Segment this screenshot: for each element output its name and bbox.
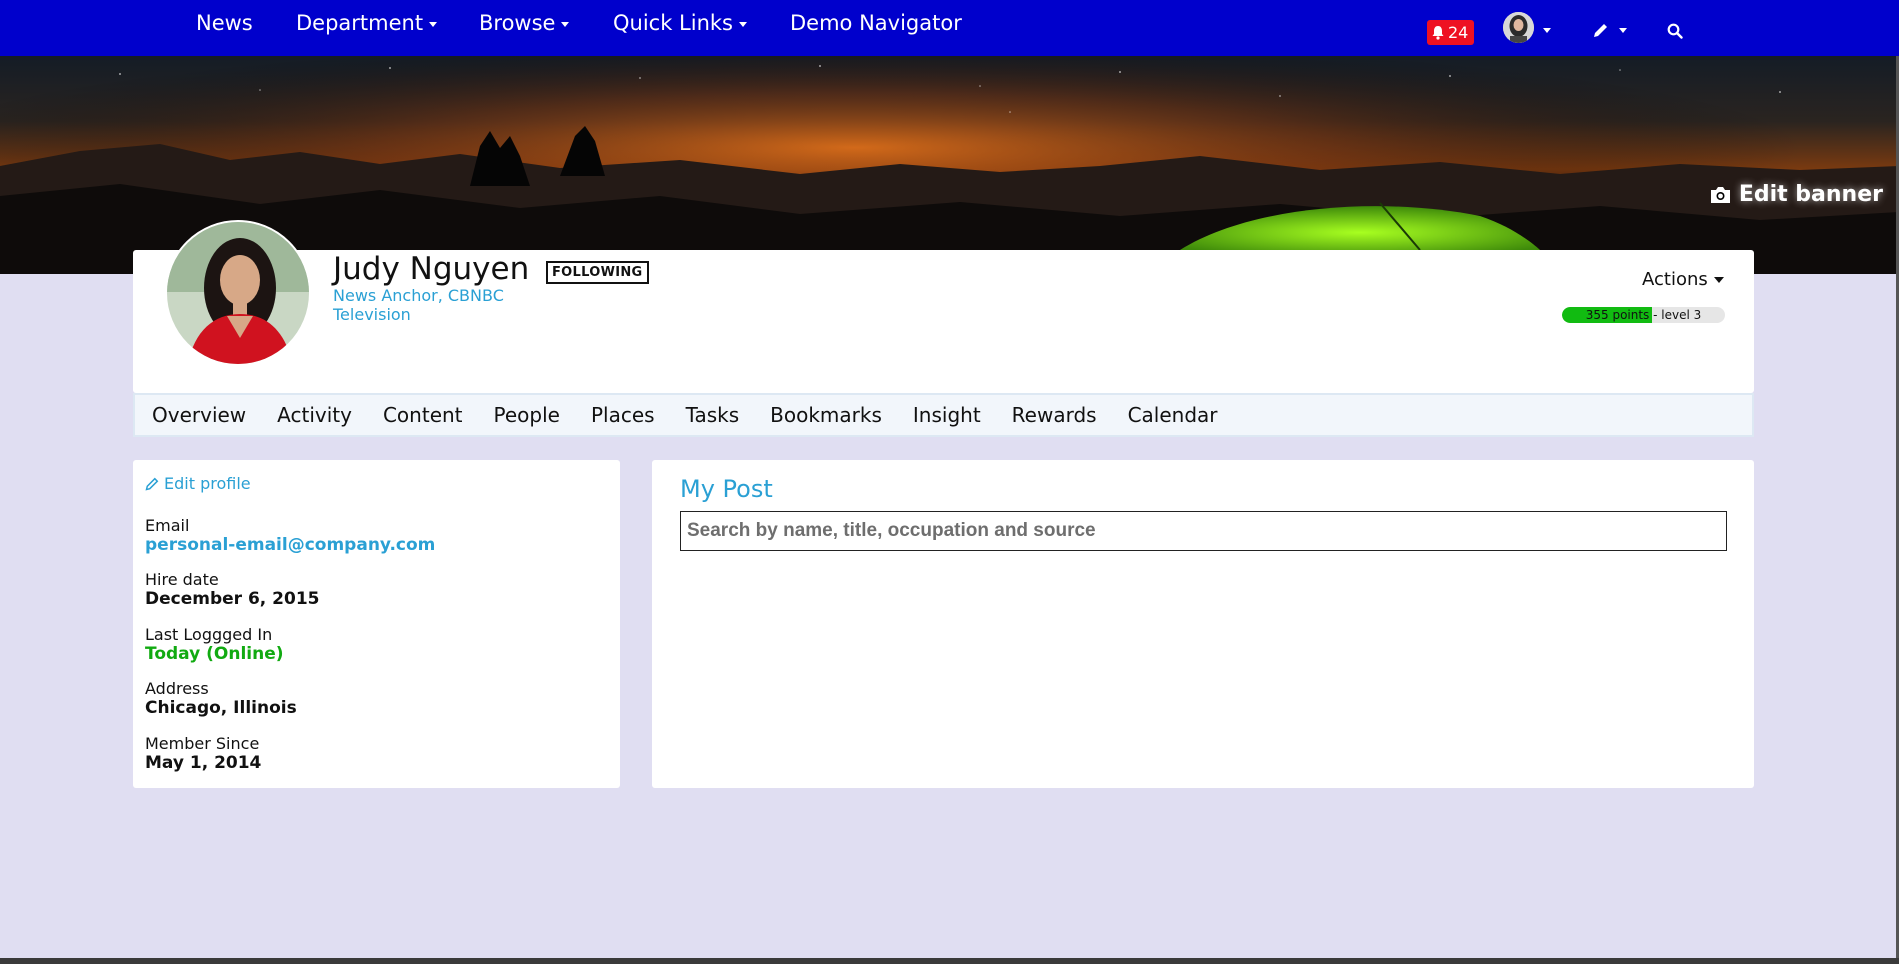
- chevron-down-icon: [739, 21, 748, 27]
- address-value: Chicago, Illinois: [145, 698, 297, 718]
- tab-rewards[interactable]: Rewards: [1012, 403, 1097, 427]
- nav-browse[interactable]: Browse: [479, 11, 570, 35]
- tab-bookmarks[interactable]: Bookmarks: [770, 403, 882, 427]
- search-icon[interactable]: [1667, 23, 1683, 39]
- my-post-title: My Post: [680, 475, 773, 503]
- bottom-scrollbar[interactable]: [0, 958, 1899, 964]
- notifications-count: 24: [1448, 23, 1469, 42]
- following-button[interactable]: FOLLOWING: [546, 261, 649, 284]
- notifications-button[interactable]: 24: [1427, 20, 1475, 45]
- edit-profile-link[interactable]: Edit profile: [145, 474, 251, 493]
- points-progress-bar: 355 points - level 3: [1562, 307, 1725, 323]
- tab-activity[interactable]: Activity: [277, 403, 352, 427]
- member-since-value: May 1, 2014: [145, 753, 262, 773]
- nav-quick-links-label: Quick Links: [613, 11, 734, 35]
- tab-insight[interactable]: Insight: [913, 403, 981, 427]
- chevron-down-icon[interactable]: [1543, 28, 1551, 33]
- nav-news-label: News: [196, 11, 253, 35]
- hire-date-value: December 6, 2015: [145, 589, 320, 609]
- profile-photo: [165, 220, 311, 366]
- tab-overview[interactable]: Overview: [152, 403, 246, 427]
- email-value[interactable]: personal-email@company.com: [145, 535, 435, 555]
- tab-content[interactable]: Content: [383, 403, 463, 427]
- pencil-icon: [145, 477, 159, 491]
- chevron-down-icon: [429, 21, 438, 27]
- my-post-card: [652, 460, 1754, 788]
- post-search-input[interactable]: [680, 511, 1727, 551]
- address-label: Address: [145, 679, 209, 698]
- job-title: News Anchor, CBNBC Television: [333, 286, 504, 324]
- profile-name: Judy Nguyen: [333, 251, 530, 287]
- chevron-down-icon[interactable]: [1619, 28, 1627, 33]
- tab-places[interactable]: Places: [591, 403, 655, 427]
- nav-quick-links[interactable]: Quick Links: [613, 11, 748, 35]
- actions-label: Actions: [1642, 269, 1708, 290]
- tab-calendar[interactable]: Calendar: [1128, 403, 1218, 427]
- nav-department[interactable]: Department: [296, 11, 438, 35]
- tab-tasks[interactable]: Tasks: [686, 403, 740, 427]
- nav-demo-navigator[interactable]: Demo Navigator: [790, 11, 962, 35]
- edit-profile-label: Edit profile: [164, 474, 251, 493]
- bell-icon: [1432, 26, 1444, 40]
- nav-news[interactable]: News: [196, 11, 253, 35]
- nav-department-label: Department: [296, 11, 424, 35]
- nav-browse-label: Browse: [479, 11, 556, 35]
- nav-demo-navigator-label: Demo Navigator: [790, 11, 962, 35]
- points-label: 355 points - level 3: [1585, 308, 1702, 322]
- hire-date-label: Hire date: [145, 570, 219, 589]
- last-logged-in-value: Today (Online): [145, 644, 284, 664]
- tab-people[interactable]: People: [494, 403, 560, 427]
- top-navigation-bar: News Department Browse Quick Links Demo …: [0, 0, 1899, 56]
- edit-banner-button[interactable]: Edit banner: [1709, 182, 1883, 207]
- email-label: Email: [145, 516, 190, 535]
- user-avatar[interactable]: [1503, 12, 1534, 43]
- camera-icon: [1710, 186, 1730, 203]
- member-since-label: Member Since: [145, 734, 260, 753]
- pencil-icon[interactable]: [1592, 22, 1609, 39]
- edit-banner-label: Edit banner: [1738, 182, 1883, 207]
- last-logged-in-label: Last Loggged In: [145, 625, 273, 644]
- profile-tabs: Overview Activity Content People Places …: [133, 393, 1754, 437]
- caret-down-icon: [1713, 276, 1724, 283]
- chevron-down-icon: [561, 21, 570, 27]
- actions-dropdown[interactable]: Actions: [1642, 269, 1724, 290]
